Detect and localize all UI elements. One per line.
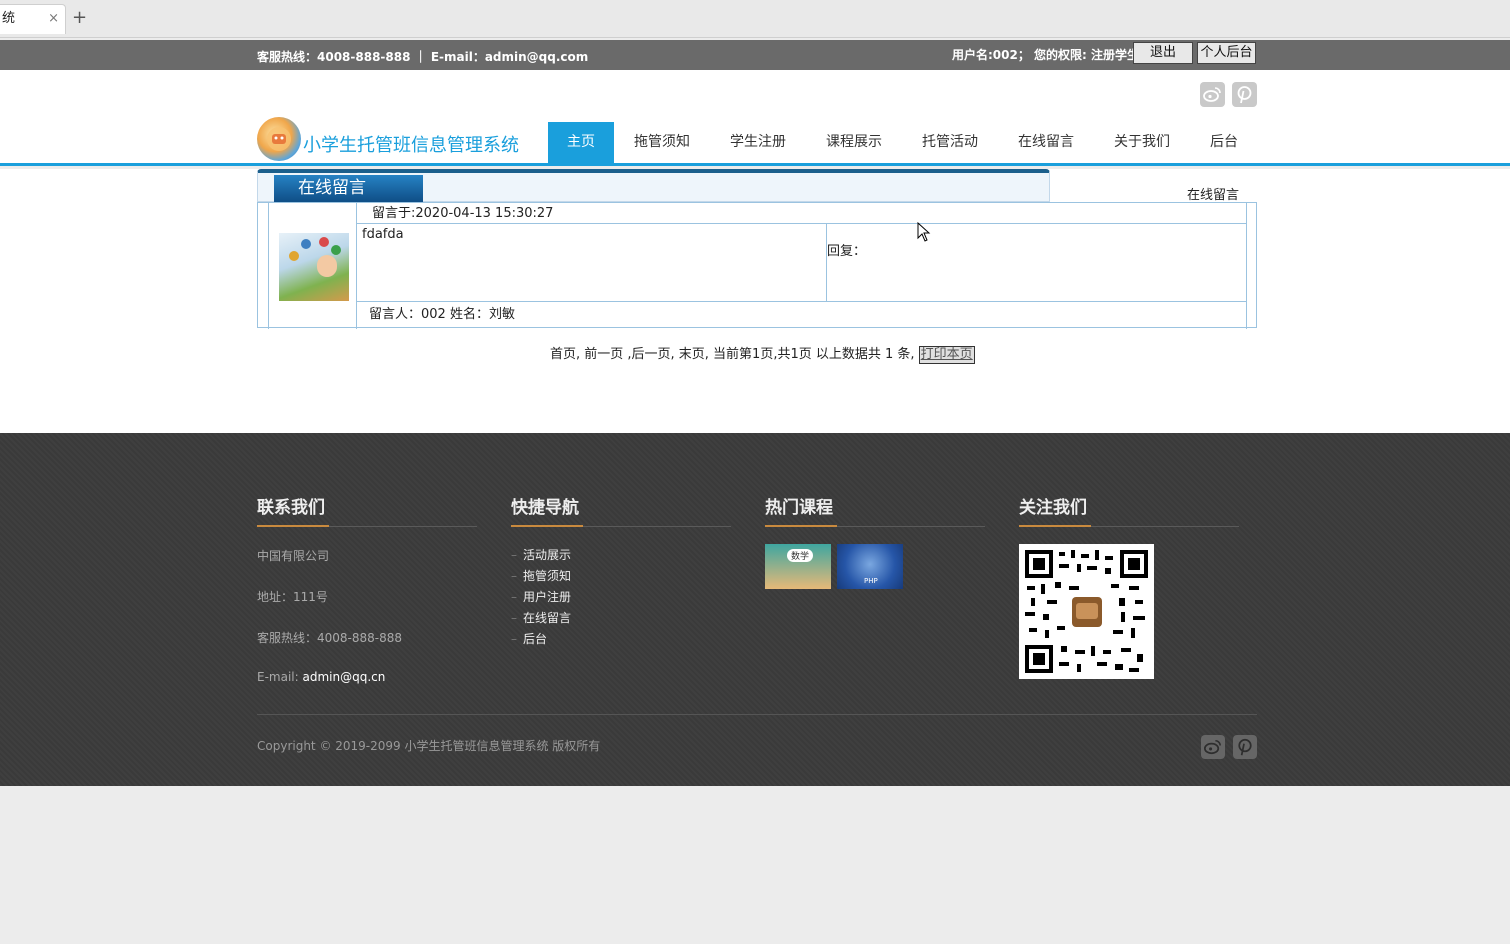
nav-item-student-register[interactable]: 学生注册 [710,122,806,163]
footer-contact: 联系我们 中国有限公司 地址：111号 客服热线：4008-888-888 E-… [257,493,477,684]
message-date: 留言于:2020-04-13 15:30:27 [357,203,1246,224]
footer-weibo-icon[interactable] [1201,735,1225,759]
top-info-bar: 客服热线：4008-888-888 ｜ E-mail：admin@qq.com … [0,40,1510,70]
nav-item-messages[interactable]: 在线留言 [998,122,1094,163]
nav-item-backend[interactable]: 后台 [1190,122,1258,163]
avatar-cell [268,203,357,329]
browser-tab[interactable]: 统 × [0,4,66,34]
message-reply: 回复： [827,244,867,259]
footer-courses-title: 热门课程 [765,493,985,527]
course-thumbnail-php[interactable]: PHP [837,544,903,589]
footer-email-value[interactable]: admin@qq.cn [302,670,385,684]
footer-contact-title: 联系我们 [257,493,477,527]
footer-follow: 关注我们 [1019,493,1239,527]
message-body: fdafda [357,224,827,301]
tab-title: 统 [2,11,16,26]
main-content: 在线留言 在线留言 留言于:2020-04-13 15:30:27 fdafda… [0,169,1510,433]
user-info: 用户名:002； 您的权限: 注册学生 [952,48,1140,62]
panel-header: 在线留言 [257,169,1050,202]
weibo-icon[interactable] [1200,82,1225,107]
site-footer: 联系我们 中国有限公司 地址：111号 客服热线：4008-888-888 E-… [0,433,1510,786]
pagination-text[interactable]: 首页, 前一页 ,后一页, 末页, 当前第1页,共1页 以上数据共 1 条, [550,347,919,362]
nav-item-courses[interactable]: 课程展示 [806,122,902,163]
main-nav: 主页 拖管须知 学生注册 课程展示 托管活动 在线留言 关于我们 后台 [548,122,1258,163]
footer-link-backend[interactable]: – 后台 [511,629,731,650]
footer-quick-nav: 快捷导航 – 活动展示 – 拖管须知 – 用户注册 – 在线留言 – 后台 [511,493,731,650]
footer-link-activities[interactable]: – 活动展示 [511,545,731,566]
mouse-cursor-icon [917,221,931,246]
panel-title: 在线留言 [274,175,423,202]
print-page-button[interactable]: 打印本页 [918,346,975,364]
copyright-text: Copyright © 2019-2099 小学生托管班信息管理系统 版权所有 [257,739,601,753]
footer-pinterest-icon[interactable] [1233,735,1257,759]
footer-link-notice[interactable]: – 拖管须知 [511,566,731,587]
breadcrumb: 在线留言 [1187,188,1240,203]
message-entry: 留言于:2020-04-13 15:30:27 fdafda 回复： 留言人：0… [257,202,1257,329]
footer-address: 地址：111号 [257,590,328,604]
personal-backend-button[interactable]: 个人后台 [1197,42,1256,64]
footer-link-register[interactable]: – 用户注册 [511,587,731,608]
nav-item-home[interactable]: 主页 [548,122,614,163]
nav-item-about[interactable]: 关于我们 [1094,122,1190,163]
new-tab-icon[interactable]: + [72,6,87,30]
logout-button[interactable]: 退出 [1133,42,1193,64]
pinterest-icon[interactable] [1232,82,1257,107]
footer-hotline: 客服热线：4008-888-888 [257,631,403,645]
site-name[interactable]: 小学生托管班信息管理系统 [303,131,519,157]
message-body-row: fdafda 回复： [357,224,1246,302]
avatar [279,233,349,301]
message-author: 留言人：002 姓名：刘敏 [369,307,515,322]
site-header: 小学生托管班信息管理系统 主页 拖管须知 学生注册 课程展示 托管活动 在线留言… [0,70,1510,166]
course-thumbnail-math[interactable]: 数学 [765,544,831,589]
pagination: 首页, 前一页 ,后一页, 末页, 当前第1页,共1页 以上数据共 1 条, 打… [550,343,975,364]
footer-nav-title: 快捷导航 [511,493,731,527]
footer-divider [257,714,1257,715]
footer-email: E-mail: admin@qq.cn [257,670,386,684]
footer-link-messages[interactable]: – 在线留言 [511,608,731,629]
nav-item-notice[interactable]: 拖管须知 [614,122,710,163]
tab-close-icon[interactable]: × [48,5,59,33]
nav-item-activities[interactable]: 托管活动 [902,122,998,163]
browser-tab-bar: 统 × + [0,0,1510,38]
hotline-text: 客服热线：4008-888-888 ｜ E-mail：admin@qq.com [257,50,589,64]
footer-company: 中国有限公司 [257,549,330,563]
qr-code-image [1019,544,1154,679]
footer-follow-title: 关注我们 [1019,493,1239,527]
site-logo[interactable] [257,117,301,161]
footer-hot-courses: 热门课程 [765,493,985,527]
